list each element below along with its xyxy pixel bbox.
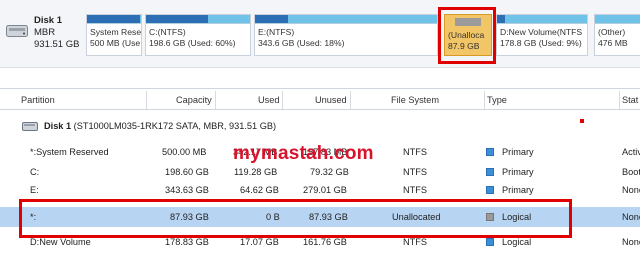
status-cell: None (622, 212, 640, 222)
primary-partition-icon (486, 168, 494, 176)
primary-partition-icon (486, 148, 494, 156)
block-detail: 476 MB (598, 38, 628, 48)
table-row[interactable]: C: 198.60 GB 119.28 GB 79.32 GB NTFS Pri… (0, 162, 640, 182)
block-detail: 500 MB (Use (90, 38, 141, 48)
highlight-box-unallocated-block (438, 7, 496, 64)
disk-size: 931.51 GB (34, 39, 80, 50)
capacity-cell: 178.83 GB (165, 237, 209, 247)
used-cell: 119.28 GB (234, 167, 278, 177)
partition-blocks: System Rese 500 MB (Use C:(NTFS) 198.6 G… (86, 14, 640, 56)
partition-block-system-reserved[interactable]: System Rese 500 MB (Use (86, 14, 142, 56)
disk-style: MBR (34, 27, 56, 38)
column-header-used[interactable]: Used (258, 95, 279, 105)
disk-name: Disk 1 (34, 15, 62, 26)
block-label: (Other) (598, 27, 626, 37)
disk-group-row[interactable]: Disk 1 (ST1000LM035-1RK172 SATA, MBR, 93… (0, 118, 640, 134)
group-disk-name: Disk 1 (44, 121, 72, 131)
used-cell: 17.07 GB (240, 237, 279, 247)
column-header-status[interactable]: Stat (622, 95, 638, 105)
partition-cell: *:System Reserved (30, 147, 109, 157)
file-system-cell: NTFS (403, 167, 427, 177)
usage-bar (87, 15, 141, 24)
watermark: mymastah.com (233, 143, 374, 164)
usage-bar (146, 15, 250, 24)
group-disk-detail: (ST1000LM035-1RK172 SATA, MBR, 931.51 GB… (73, 121, 277, 131)
partition-block-e[interactable]: E:(NTFS) 343.6 GB (Used: 18%) (254, 14, 438, 56)
column-divider[interactable] (215, 91, 216, 109)
file-system-cell: NTFS (403, 185, 427, 195)
capacity-cell: 343.63 GB (165, 185, 209, 195)
usage-bar (595, 15, 640, 24)
usage-bar (497, 15, 587, 24)
red-dot-marker (580, 119, 584, 123)
logical-partition-icon (486, 238, 494, 246)
usage-fill (146, 15, 209, 23)
partition-cell: C: (30, 167, 40, 177)
table-row[interactable]: E: 343.63 GB 64.62 GB 279.01 GB NTFS Pri… (0, 180, 640, 200)
hard-disk-icon (6, 25, 28, 37)
disk-map: Disk 1 MBR 931.51 GB System Rese 500 MB … (0, 0, 640, 68)
partition-cell: E: (30, 185, 39, 195)
block-detail: 343.6 GB (Used: 18%) (258, 38, 345, 48)
column-header-capacity[interactable]: Capacity (176, 95, 212, 105)
usage-fill (87, 15, 140, 23)
column-header-file-system[interactable]: File System (391, 95, 439, 105)
column-divider[interactable] (619, 91, 620, 109)
column-divider[interactable] (146, 91, 147, 109)
file-system-cell: NTFS (403, 237, 427, 247)
usage-fill (497, 15, 506, 23)
partition-block-other[interactable]: (Other) 476 MB (594, 14, 640, 56)
block-label: E:(NTFS) (258, 27, 295, 37)
disk-info[interactable]: Disk 1 MBR 931.51 GB (0, 6, 86, 62)
type-cell: Primary (502, 185, 534, 195)
partition-block-c[interactable]: C:(NTFS) 198.6 GB (Used: 60%) (145, 14, 251, 56)
type-cell: Primary (502, 147, 534, 157)
column-header-unused[interactable]: Unused (315, 95, 347, 105)
highlight-box-unallocated-row (19, 199, 572, 238)
block-detail: 178.8 GB (Used: 9%) (500, 38, 582, 48)
status-cell: None (622, 237, 640, 247)
hard-disk-icon (22, 122, 38, 131)
block-label: C:(NTFS) (149, 27, 186, 37)
capacity-cell: 500.00 MB (162, 147, 207, 157)
column-divider[interactable] (282, 91, 283, 109)
file-system-cell: NTFS (403, 147, 427, 157)
column-divider[interactable] (350, 91, 351, 109)
used-cell: 64.62 GB (240, 185, 279, 195)
column-divider[interactable] (484, 91, 485, 109)
status-cell: Activ (622, 147, 640, 157)
column-header-type[interactable]: Type (487, 95, 507, 105)
column-header-partition[interactable]: Partition (21, 95, 55, 105)
usage-fill (255, 15, 288, 23)
block-label: D:New Volume(NTFS (500, 27, 583, 37)
block-detail: 198.6 GB (Used: 60%) (149, 38, 236, 48)
block-label: System Rese (90, 27, 142, 37)
partition-cell: D:New Volume (30, 237, 91, 247)
type-cell: Logical (502, 237, 532, 247)
status-cell: None (622, 185, 640, 195)
usage-bar (255, 15, 437, 24)
unused-cell: 79.32 GB (310, 167, 349, 177)
primary-partition-icon (486, 186, 494, 194)
status-cell: Boot (622, 167, 640, 177)
partition-block-d[interactable]: D:New Volume(NTFS 178.8 GB (Used: 9%) (496, 14, 588, 56)
unused-cell: 161.76 GB (303, 237, 347, 247)
capacity-cell: 198.60 GB (165, 167, 209, 177)
unused-cell: 279.01 GB (303, 185, 347, 195)
type-cell: Primary (502, 167, 534, 177)
table-header: Partition Capacity Used Unused File Syst… (0, 88, 640, 110)
